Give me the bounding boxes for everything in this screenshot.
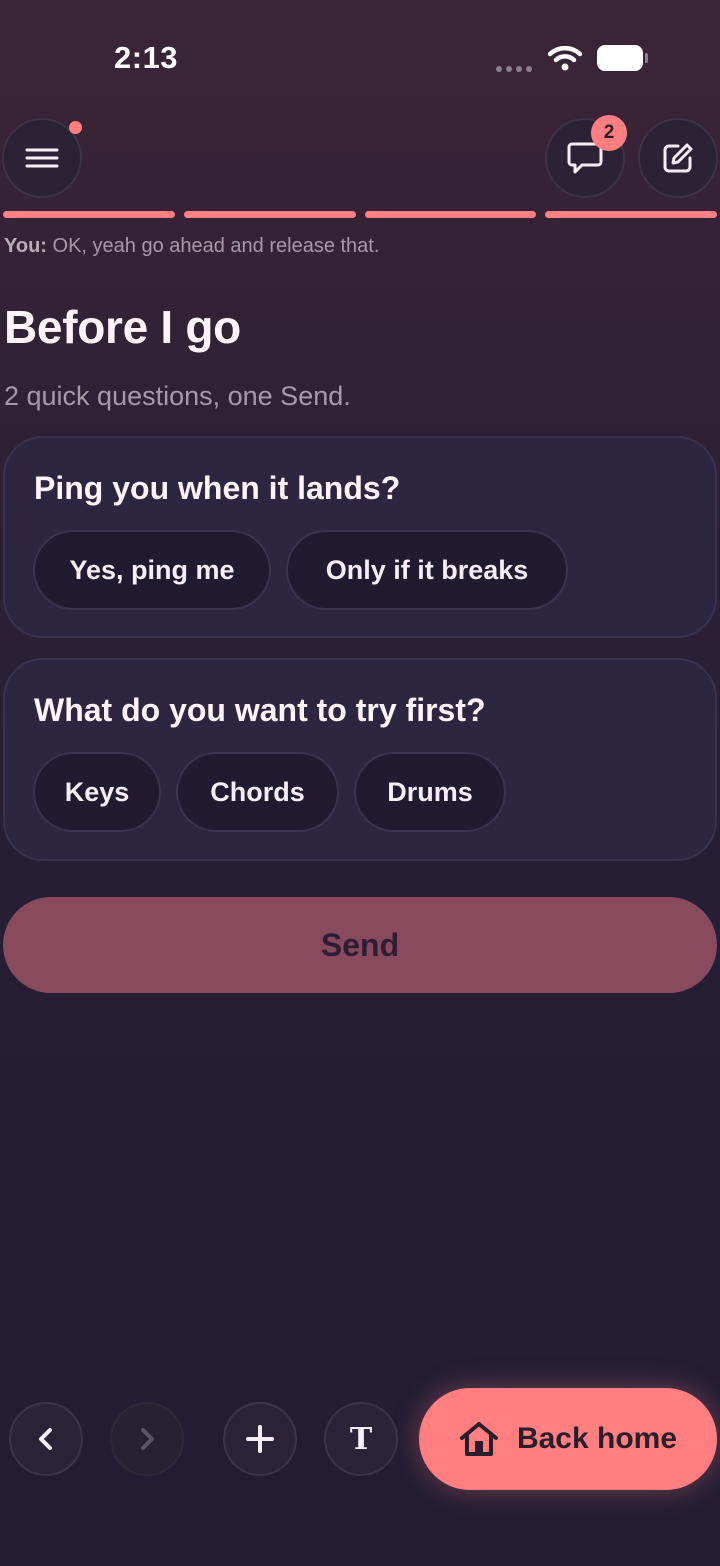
step-progress <box>3 211 717 218</box>
home-icon <box>459 1422 498 1456</box>
plus-icon <box>246 1425 274 1453</box>
option-chip[interactable]: Yes, ping me <box>33 530 271 610</box>
option-chip[interactable]: Drums <box>354 752 506 832</box>
message-speaker: You: <box>4 235 47 257</box>
back-home-button[interactable]: Back home <box>419 1388 717 1490</box>
message-text: OK, yeah go ahead and release that. <box>52 235 380 257</box>
add-button[interactable] <box>223 1402 297 1476</box>
forward-button[interactable] <box>110 1402 184 1476</box>
edit-square-icon <box>663 143 693 173</box>
page-title: Before I go <box>4 301 241 353</box>
option-group: Yes, ping me Only if it breaks <box>33 530 568 610</box>
option-chip[interactable]: Chords <box>176 752 339 832</box>
question-card: Ping you when it lands? Yes, ping me Onl… <box>3 436 717 638</box>
chevron-left-icon <box>39 1428 52 1450</box>
notification-dot <box>69 121 82 134</box>
page-subtitle: 2 quick questions, one Send. <box>4 381 351 411</box>
battery-icon <box>597 45 648 71</box>
back-button[interactable] <box>9 1402 83 1476</box>
wifi-icon <box>548 45 582 71</box>
option-group: Keys Chords Drums <box>33 752 506 832</box>
back-home-label: Back home <box>516 1422 678 1455</box>
progress-segment <box>364 211 537 218</box>
option-chip[interactable]: Keys <box>33 752 161 832</box>
question-text: What do you want to try first? <box>34 692 486 728</box>
send-button[interactable]: Send <box>3 897 717 993</box>
progress-segment <box>3 211 175 218</box>
option-chip[interactable]: Only if it breaks <box>286 530 568 610</box>
last-message-preview: You: OK, yeah go ahead and release that. <box>4 235 379 258</box>
progress-segment <box>545 211 717 218</box>
question-card: What do you want to try first? Keys Chor… <box>3 658 717 861</box>
progress-segment <box>183 211 356 218</box>
chat-count-badge: 2 <box>591 115 627 151</box>
hamburger-menu-icon <box>25 148 59 168</box>
status-time: 2:13 <box>114 40 179 75</box>
cellular-signal-icon <box>496 66 532 72</box>
text-icon: T <box>349 1421 373 1457</box>
compose-button[interactable] <box>638 118 718 198</box>
chevron-right-icon <box>141 1428 154 1450</box>
status-bar: 2:13 <box>0 0 720 110</box>
text-style-button[interactable]: T <box>324 1402 398 1476</box>
question-text: Ping you when it lands? <box>34 470 401 506</box>
